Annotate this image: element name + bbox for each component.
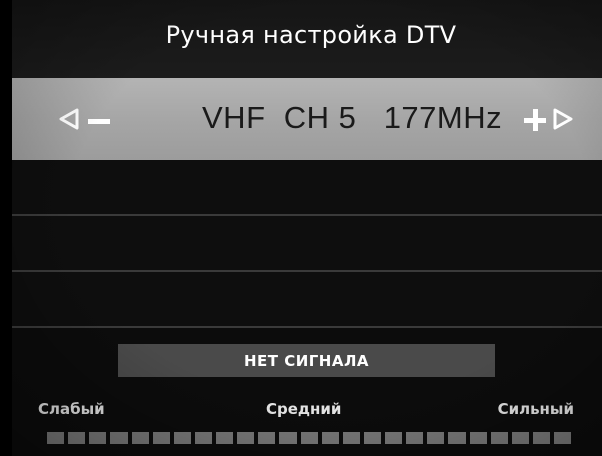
signal-meter-segment [406,432,424,444]
info-row [12,272,602,328]
signal-meter-segment [385,432,403,444]
signal-meter-segment [469,432,487,444]
signal-strength-labels: Слабый Средний Сильный [38,400,574,422]
plus-icon[interactable] [524,109,546,131]
signal-meter-segment [554,432,572,444]
page-title: Ручная настройка DTV [165,21,457,49]
screen-bezel [0,0,12,456]
signal-meter-segment [363,432,381,444]
title-bar: Ручная настройка DTV [12,0,602,78]
minus-icon[interactable] [88,119,110,124]
signal-meter-segment [110,432,128,444]
signal-meter-segment [216,432,234,444]
signal-label-medium: Средний [266,400,342,418]
signal-meter-segment [47,432,65,444]
signal-meter-segment [511,432,529,444]
signal-meter-segment [427,432,445,444]
signal-meter-segment [131,432,149,444]
signal-label-weak: Слабый [38,400,105,418]
info-row [12,216,602,272]
triangle-left-icon[interactable] [58,108,80,130]
signal-meter-segment [532,432,550,444]
signal-strength-meter [47,432,572,444]
signal-meter-segment [89,432,107,444]
signal-meter-segment [194,432,212,444]
dtv-manual-tuning-screen: Ручная настройка DTV VHF CH 5 177MHz НЕТ… [0,0,602,456]
signal-meter-segment [237,432,255,444]
triangle-right-icon[interactable] [552,108,574,130]
channel-frequency-value: VHF CH 5 177MHz [202,100,503,135]
signal-status-text: НЕТ СИГНАЛА [243,351,370,370]
channel-selector[interactable]: VHF CH 5 177MHz [12,78,602,160]
signal-status-box: НЕТ СИГНАЛА [118,344,495,377]
signal-meter-segment [152,432,170,444]
signal-meter-segment [490,432,508,444]
signal-meter-segment [448,432,466,444]
signal-meter-segment [321,432,339,444]
signal-meter-segment [68,432,86,444]
signal-meter-segment [342,432,360,444]
info-rows [12,160,602,330]
signal-meter-segment [300,432,318,444]
info-row [12,160,602,216]
signal-meter-segment [279,432,297,444]
signal-label-strong: Сильный [497,400,574,418]
signal-meter-segment [173,432,191,444]
signal-meter-segment [258,432,276,444]
